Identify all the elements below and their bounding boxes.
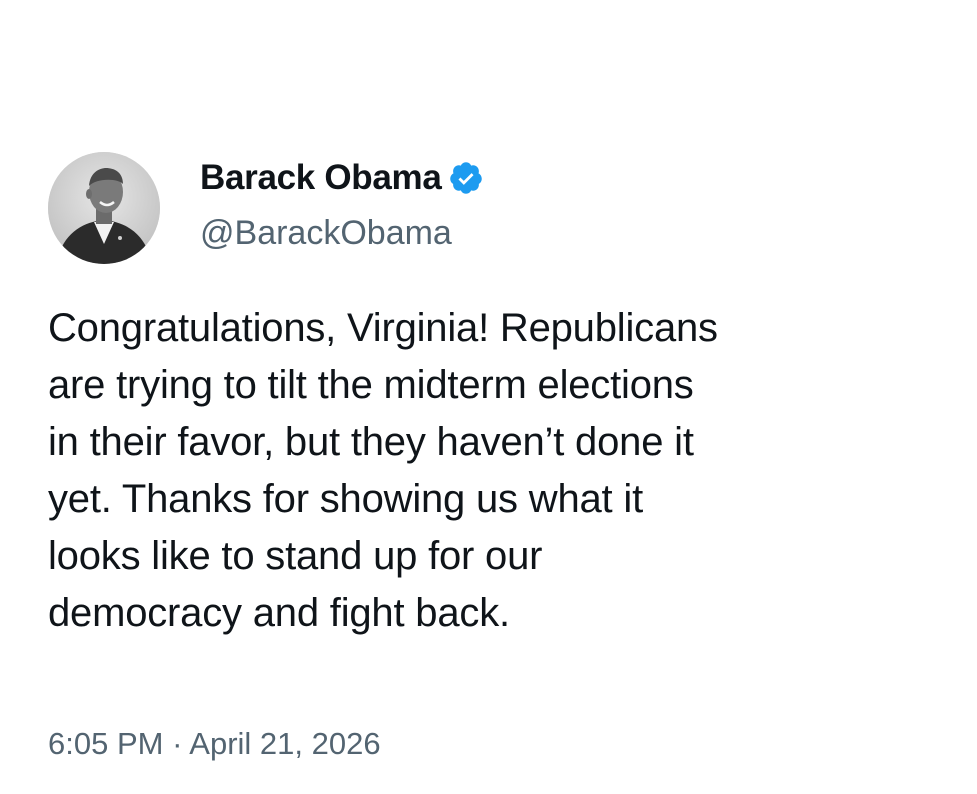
profile-photo	[48, 152, 160, 264]
author-name-row[interactable]: Barack Obama	[200, 156, 484, 200]
tweet-text-line: looks like to stand up for our	[48, 534, 543, 578]
author-display-name[interactable]: Barack Obama	[200, 158, 442, 198]
tweet-text-line: yet. Thanks for showing us what it	[48, 477, 643, 521]
tweet-text-line: in their favor, but they haven’t done it	[48, 420, 694, 464]
tweet-text-line: democracy and fight back.	[48, 591, 510, 635]
tweet-text: Congratulations, Virginia! Republicans a…	[48, 300, 948, 642]
timestamp-separator: ·	[163, 726, 190, 761]
tweet-text-line: are trying to tilt the midterm elections	[48, 363, 694, 407]
tweet-time: 6:05 PM	[48, 726, 164, 761]
tweet-timestamp[interactable]: 6:05 PM · April 21, 2026	[48, 726, 381, 762]
avatar[interactable]	[48, 152, 160, 264]
verified-badge-icon	[448, 160, 484, 196]
tweet-card: Barack Obama @BarackObama Congratulation…	[0, 0, 977, 794]
tweet-text-line: Congratulations, Virginia! Republicans	[48, 306, 718, 350]
tweet-date: April 21, 2026	[189, 726, 381, 761]
author-handle[interactable]: @BarackObama	[200, 214, 452, 253]
